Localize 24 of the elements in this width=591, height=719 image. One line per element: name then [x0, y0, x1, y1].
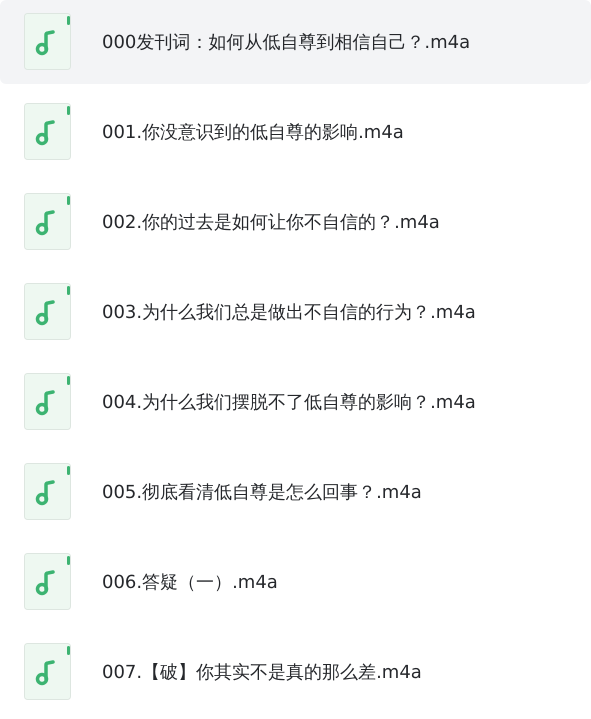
file-row[interactable]: 004.为什么我们摆脱不了低自尊的影响？.m4a — [0, 360, 591, 444]
file-row[interactable]: 007.【破】你其实不是真的那么差.m4a — [0, 630, 591, 714]
file-name: 002.你的过去是如何让你不自信的？.m4a — [102, 211, 440, 234]
audio-file-icon — [24, 373, 72, 431]
file-row[interactable]: 000发刊词：如何从低自尊到相信自己？.m4a — [0, 0, 591, 84]
file-row[interactable]: 001.你没意识到的低自尊的影响.m4a — [0, 90, 591, 174]
file-row[interactable]: 003.为什么我们总是做出不自信的行为？.m4a — [0, 270, 591, 354]
file-name: 006.答疑（一）.m4a — [102, 571, 278, 594]
file-row[interactable]: 002.你的过去是如何让你不自信的？.m4a — [0, 180, 591, 264]
audio-file-icon — [24, 553, 72, 611]
file-name: 005.彻底看清低自尊是怎么回事？.m4a — [102, 481, 422, 504]
file-name: 000发刊词：如何从低自尊到相信自己？.m4a — [102, 31, 470, 54]
file-row[interactable]: 006.答疑（一）.m4a — [0, 540, 591, 624]
file-name: 001.你没意识到的低自尊的影响.m4a — [102, 121, 404, 144]
audio-file-icon — [24, 283, 72, 341]
audio-file-icon — [24, 463, 72, 521]
file-name: 004.为什么我们摆脱不了低自尊的影响？.m4a — [102, 391, 476, 414]
audio-file-icon — [24, 643, 72, 701]
file-name: 007.【破】你其实不是真的那么差.m4a — [102, 661, 422, 684]
file-row[interactable]: 005.彻底看清低自尊是怎么回事？.m4a — [0, 450, 591, 534]
audio-file-icon — [24, 193, 72, 251]
file-name: 003.为什么我们总是做出不自信的行为？.m4a — [102, 301, 476, 324]
audio-file-icon — [24, 13, 72, 71]
audio-file-icon — [24, 103, 72, 161]
